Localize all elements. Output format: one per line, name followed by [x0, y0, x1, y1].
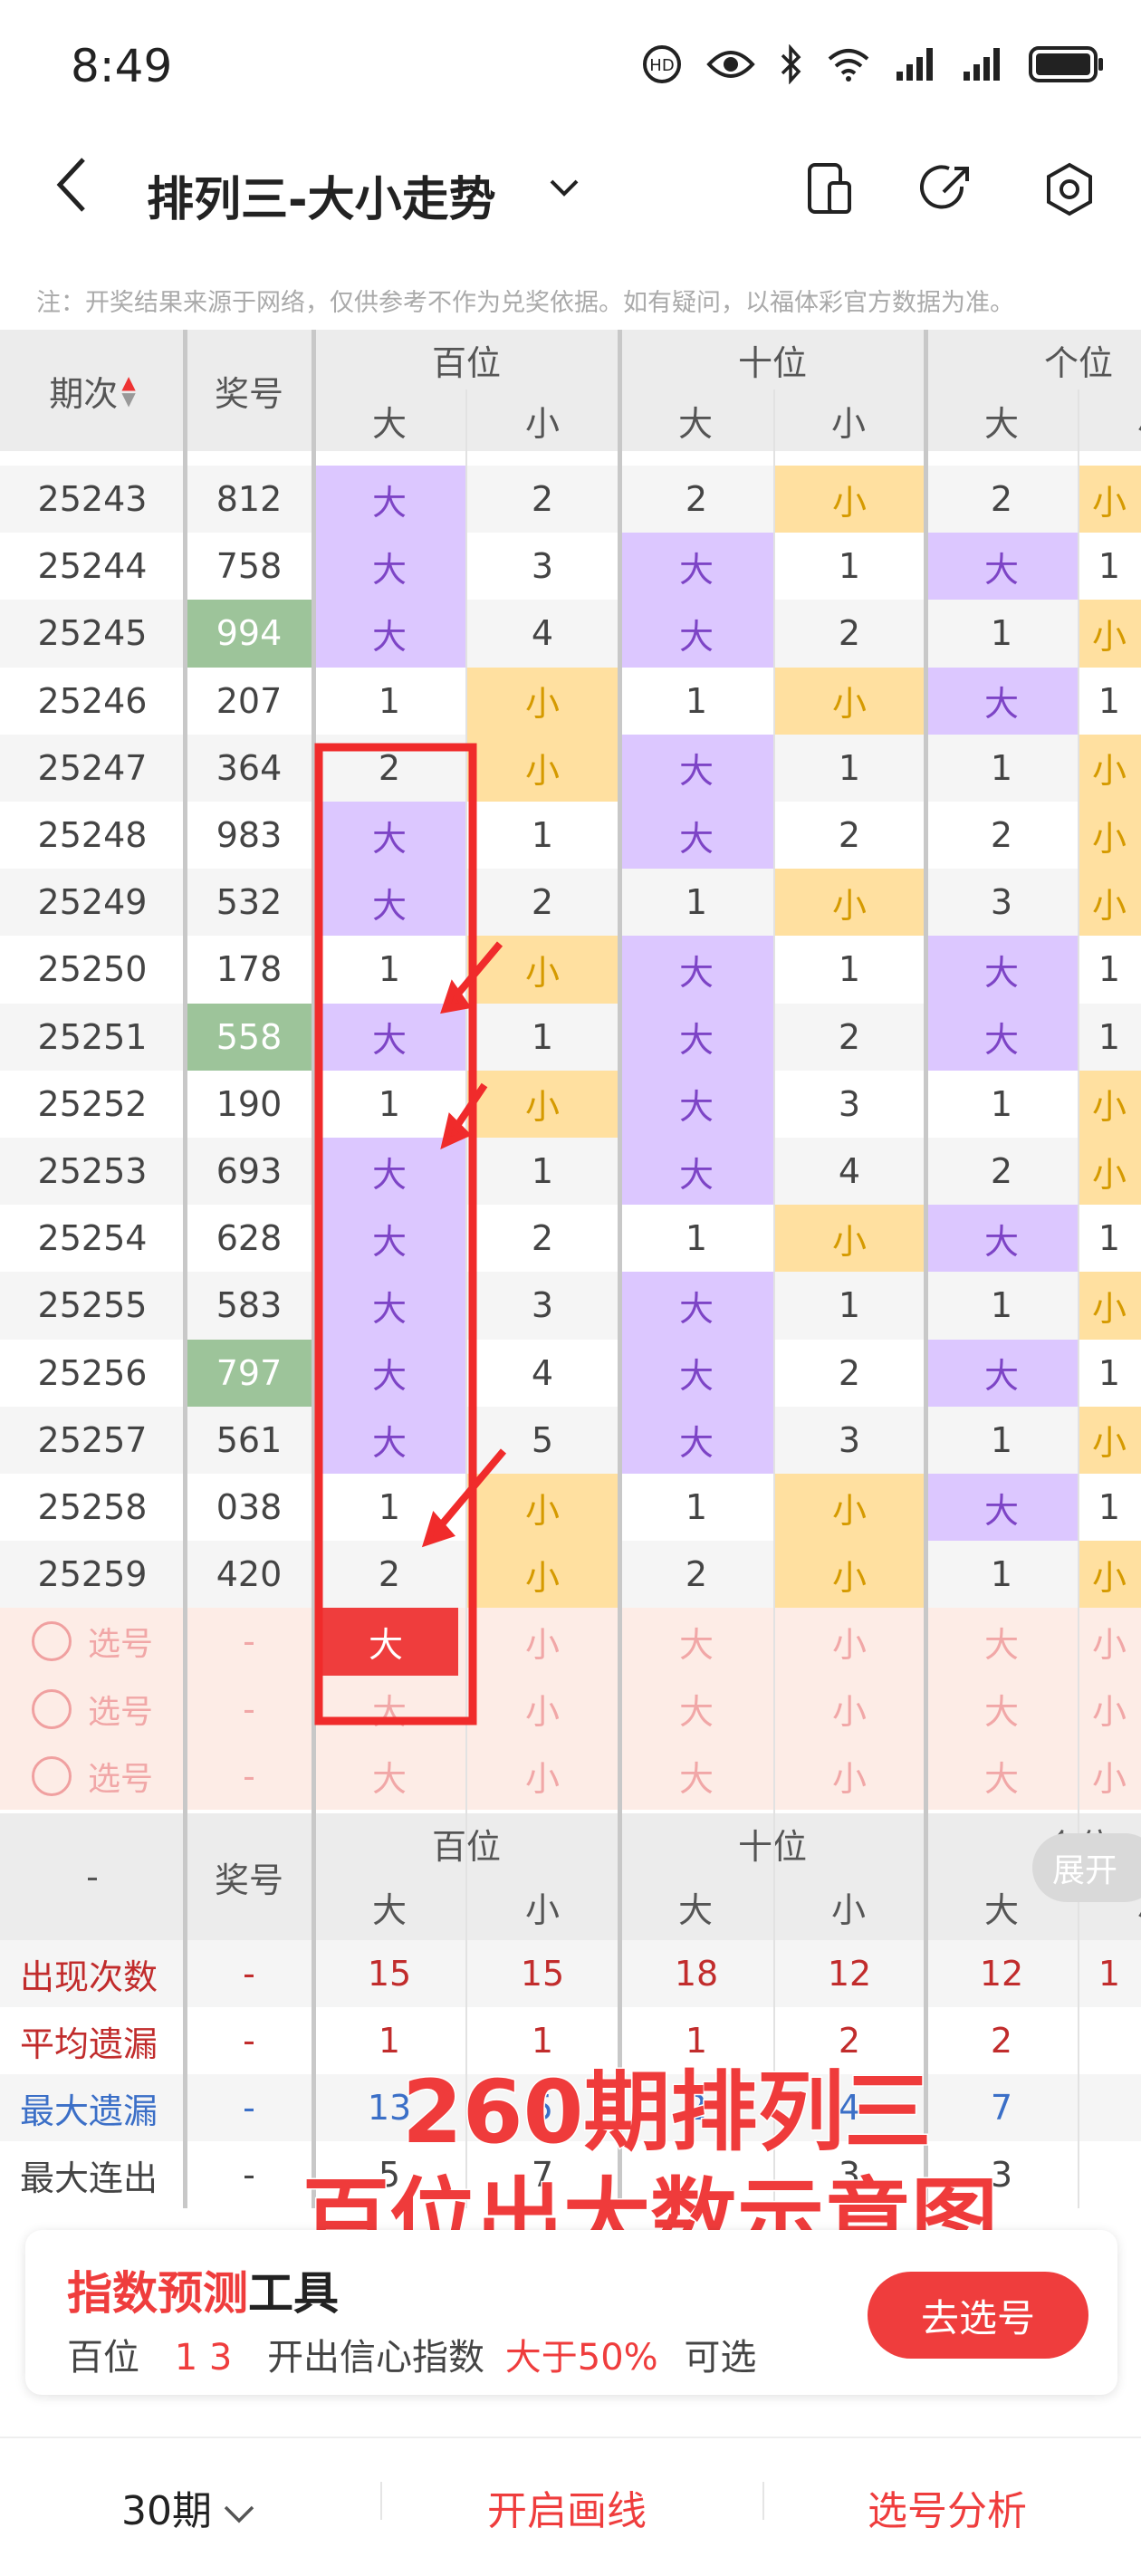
tool-description: 百位 1 3 开出信心指数 大于50% 可选 — [67, 2328, 756, 2380]
number-analysis-button[interactable]: 选号分析 — [868, 2478, 1027, 2536]
divider — [380, 2482, 382, 2520]
highlight-box — [314, 743, 477, 1725]
tool-threshold: 大于50% — [504, 2337, 658, 2379]
tool-position: 百位 — [67, 2337, 139, 2379]
period-selector[interactable]: 30期 — [121, 2478, 255, 2536]
tool-mid: 开出信心指数 — [267, 2337, 485, 2379]
go-pick-button[interactable]: 去选号 — [868, 2272, 1088, 2359]
chevron-down-icon — [224, 2505, 254, 2523]
tool-title-red: 指数预测 — [67, 2267, 248, 2320]
tool-tail: 可选 — [684, 2337, 757, 2379]
divider — [762, 2482, 764, 2520]
expand-button[interactable]: 展开 — [1032, 1833, 1141, 1902]
tool-title: 指数预测工具 — [67, 2257, 339, 2322]
period-label: 30期 — [121, 2488, 212, 2534]
draw-lines-button[interactable]: 开启画线 — [487, 2478, 647, 2536]
red-arrow-2 — [440, 1082, 488, 1149]
red-arrow-3 — [421, 1448, 507, 1548]
tool-title-black: 工具 — [248, 2267, 339, 2320]
tool-digits: 1 3 — [174, 2337, 233, 2379]
